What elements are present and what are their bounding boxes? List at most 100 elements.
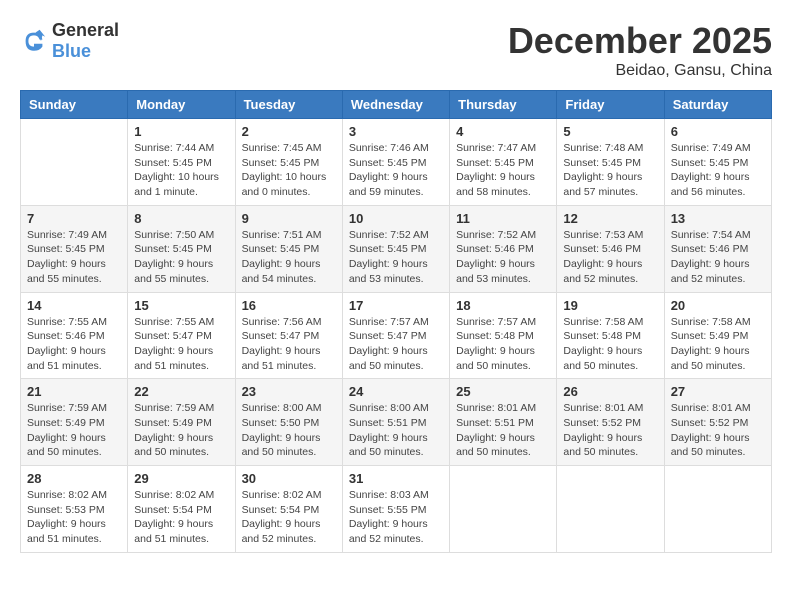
week-row-2: 14 Sunrise: 7:55 AMSunset: 5:46 PMDayligh… xyxy=(21,292,772,379)
day-number: 19 xyxy=(563,298,657,313)
day-number: 8 xyxy=(134,211,228,226)
day-number: 25 xyxy=(456,384,550,399)
calendar-cell: 5 Sunrise: 7:48 AMSunset: 5:45 PMDaylight… xyxy=(557,119,664,206)
calendar-cell: 31Sunrise: 8:03 AMSunset: 5:55 PMDayligh… xyxy=(342,466,449,553)
day-number: 12 xyxy=(563,211,657,226)
calendar-cell xyxy=(21,119,128,206)
calendar-cell: 16 Sunrise: 7:56 AMSunset: 5:47 PMDayligh… xyxy=(235,292,342,379)
calendar-cell: 22 Sunrise: 7:59 AMSunset: 5:49 PMDayligh… xyxy=(128,379,235,466)
day-info: Sunrise: 8:01 AMSunset: 5:51 PMDaylight:… xyxy=(456,401,550,460)
day-info: Sunrise: 7:49 AMSunset: 5:45 PMDaylight:… xyxy=(27,228,121,287)
day-info: Sunrise: 7:54 AMSunset: 5:46 PMDaylight:… xyxy=(671,228,765,287)
calendar-cell xyxy=(450,466,557,553)
day-info: Sunrise: 7:50 AMSunset: 5:45 PMDaylight:… xyxy=(134,228,228,287)
header-day-saturday: Saturday xyxy=(664,91,771,119)
day-number: 16 xyxy=(242,298,336,313)
day-info: Sunrise: 7:58 AMSunset: 5:49 PMDaylight:… xyxy=(671,315,765,374)
header: General Blue December 2025 Beidao, Gansu… xyxy=(20,20,772,80)
day-number: 23 xyxy=(242,384,336,399)
day-info: Sunrise: 8:00 AMSunset: 5:50 PMDaylight:… xyxy=(242,401,336,460)
calendar-cell: 2 Sunrise: 7:45 AMSunset: 5:45 PMDaylight… xyxy=(235,119,342,206)
day-number: 26 xyxy=(563,384,657,399)
day-info: Sunrise: 7:48 AMSunset: 5:45 PMDaylight:… xyxy=(563,141,657,200)
day-number: 17 xyxy=(349,298,443,313)
day-number: 5 xyxy=(563,124,657,139)
day-info: Sunrise: 7:59 AMSunset: 5:49 PMDaylight:… xyxy=(134,401,228,460)
calendar-cell: 14 Sunrise: 7:55 AMSunset: 5:46 PMDayligh… xyxy=(21,292,128,379)
day-number: 1 xyxy=(134,124,228,139)
day-number: 20 xyxy=(671,298,765,313)
calendar-cell: 29 Sunrise: 8:02 AMSunset: 5:54 PMDayligh… xyxy=(128,466,235,553)
calendar-cell: 18 Sunrise: 7:57 AMSunset: 5:48 PMDayligh… xyxy=(450,292,557,379)
day-number: 29 xyxy=(134,471,228,486)
header-day-tuesday: Tuesday xyxy=(235,91,342,119)
calendar-cell: 25 Sunrise: 8:01 AMSunset: 5:51 PMDayligh… xyxy=(450,379,557,466)
day-info: Sunrise: 7:46 AMSunset: 5:45 PMDaylight:… xyxy=(349,141,443,200)
calendar-cell: 9Sunrise: 7:51 AMSunset: 5:45 PMDaylight… xyxy=(235,205,342,292)
day-number: 4 xyxy=(456,124,550,139)
day-number: 7 xyxy=(27,211,121,226)
calendar-cell: 6Sunrise: 7:49 AMSunset: 5:45 PMDaylight… xyxy=(664,119,771,206)
logo-icon xyxy=(20,27,48,55)
day-number: 14 xyxy=(27,298,121,313)
logo-general: General xyxy=(52,20,119,40)
day-info: Sunrise: 7:55 AMSunset: 5:46 PMDaylight:… xyxy=(27,315,121,374)
week-row-0: 1 Sunrise: 7:44 AMSunset: 5:45 PMDaylight… xyxy=(21,119,772,206)
day-info: Sunrise: 7:44 AMSunset: 5:45 PMDaylight:… xyxy=(134,141,228,200)
day-number: 24 xyxy=(349,384,443,399)
header-day-friday: Friday xyxy=(557,91,664,119)
day-number: 10 xyxy=(349,211,443,226)
day-info: Sunrise: 7:52 AMSunset: 5:45 PMDaylight:… xyxy=(349,228,443,287)
calendar-cell: 3 Sunrise: 7:46 AMSunset: 5:45 PMDaylight… xyxy=(342,119,449,206)
day-info: Sunrise: 7:55 AMSunset: 5:47 PMDaylight:… xyxy=(134,315,228,374)
calendar-cell xyxy=(664,466,771,553)
week-row-1: 7 Sunrise: 7:49 AMSunset: 5:45 PMDaylight… xyxy=(21,205,772,292)
header-row: SundayMondayTuesdayWednesdayThursdayFrid… xyxy=(21,91,772,119)
day-number: 18 xyxy=(456,298,550,313)
logo: General Blue xyxy=(20,20,119,62)
calendar-cell: 4Sunrise: 7:47 AMSunset: 5:45 PMDaylight… xyxy=(450,119,557,206)
calendar-cell: 21Sunrise: 7:59 AMSunset: 5:49 PMDayligh… xyxy=(21,379,128,466)
day-info: Sunrise: 7:57 AMSunset: 5:47 PMDaylight:… xyxy=(349,315,443,374)
day-info: Sunrise: 8:01 AMSunset: 5:52 PMDaylight:… xyxy=(671,401,765,460)
header-day-wednesday: Wednesday xyxy=(342,91,449,119)
day-info: Sunrise: 7:56 AMSunset: 5:47 PMDaylight:… xyxy=(242,315,336,374)
calendar-cell: 15 Sunrise: 7:55 AMSunset: 5:47 PMDayligh… xyxy=(128,292,235,379)
calendar-cell: 20 Sunrise: 7:58 AMSunset: 5:49 PMDayligh… xyxy=(664,292,771,379)
week-row-3: 21 Sunrise: 7:59 AMSunset: 5:49 PMDayligh… xyxy=(21,379,772,466)
day-info: Sunrise: 8:02 AMSunset: 5:53 PMDaylight:… xyxy=(27,488,121,547)
day-number: 2 xyxy=(242,124,336,139)
calendar-cell: 30Sunrise: 8:02 AMSunset: 5:54 PMDayligh… xyxy=(235,466,342,553)
calendar-cell: 7 Sunrise: 7:49 AMSunset: 5:45 PMDaylight… xyxy=(21,205,128,292)
day-number: 15 xyxy=(134,298,228,313)
calendar-cell: 27Sunrise: 8:01 AMSunset: 5:52 PMDayligh… xyxy=(664,379,771,466)
calendar-cell: 23 Sunrise: 8:00 AMSunset: 5:50 PMDayligh… xyxy=(235,379,342,466)
location-title: Beidao, Gansu, China xyxy=(508,62,772,80)
day-info: Sunrise: 8:00 AMSunset: 5:51 PMDaylight:… xyxy=(349,401,443,460)
calendar-cell: 10 Sunrise: 7:52 AMSunset: 5:45 PMDayligh… xyxy=(342,205,449,292)
calendar-cell xyxy=(557,466,664,553)
header-day-monday: Monday xyxy=(128,91,235,119)
day-number: 31 xyxy=(349,471,443,486)
day-number: 3 xyxy=(349,124,443,139)
calendar-cell: 24 Sunrise: 8:00 AMSunset: 5:51 PMDayligh… xyxy=(342,379,449,466)
logo-text: General Blue xyxy=(52,20,119,62)
calendar-cell: 12Sunrise: 7:53 AMSunset: 5:46 PMDayligh… xyxy=(557,205,664,292)
day-info: Sunrise: 7:52 AMSunset: 5:46 PMDaylight:… xyxy=(456,228,550,287)
day-info: Sunrise: 8:02 AMSunset: 5:54 PMDaylight:… xyxy=(134,488,228,547)
day-number: 13 xyxy=(671,211,765,226)
calendar-table: SundayMondayTuesdayWednesdayThursdayFrid… xyxy=(20,90,772,553)
month-title: December 2025 xyxy=(508,20,772,62)
day-number: 9 xyxy=(242,211,336,226)
day-info: Sunrise: 8:02 AMSunset: 5:54 PMDaylight:… xyxy=(242,488,336,547)
day-info: Sunrise: 7:57 AMSunset: 5:48 PMDaylight:… xyxy=(456,315,550,374)
calendar-cell: 8 Sunrise: 7:50 AMSunset: 5:45 PMDaylight… xyxy=(128,205,235,292)
day-number: 11 xyxy=(456,211,550,226)
header-day-thursday: Thursday xyxy=(450,91,557,119)
day-info: Sunrise: 7:45 AMSunset: 5:45 PMDaylight:… xyxy=(242,141,336,200)
day-number: 22 xyxy=(134,384,228,399)
day-number: 21 xyxy=(27,384,121,399)
header-day-sunday: Sunday xyxy=(21,91,128,119)
title-area: December 2025 Beidao, Gansu, China xyxy=(508,20,772,80)
calendar-cell: 28Sunrise: 8:02 AMSunset: 5:53 PMDayligh… xyxy=(21,466,128,553)
